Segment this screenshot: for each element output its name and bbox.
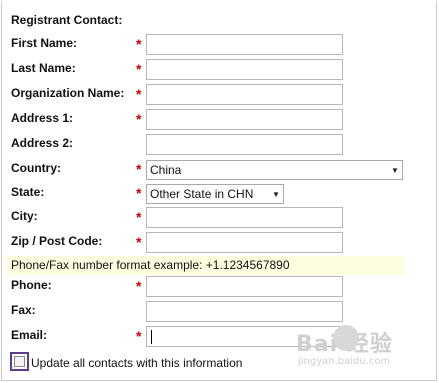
state-select[interactable]: Other State in CHN ▼ — [146, 184, 284, 204]
update-all-checkbox[interactable] — [10, 352, 29, 371]
address2-label: Address 2: — [11, 136, 74, 150]
fax-input[interactable] — [146, 301, 343, 322]
update-all-label[interactable]: Update all contacts with this informatio… — [31, 356, 242, 370]
city-required-marker: * — [136, 209, 142, 225]
email-required-marker: * — [136, 328, 142, 344]
address1-required-marker: * — [136, 111, 142, 127]
address1-label: Address 1: — [11, 111, 74, 125]
first-name-required-marker: * — [136, 36, 142, 52]
last-name-input[interactable] — [146, 59, 343, 80]
chevron-down-icon: ▼ — [272, 189, 280, 199]
state-label: State: — [11, 185, 45, 199]
section-title: Registrant Contact: — [11, 13, 123, 27]
text-cursor — [151, 330, 152, 344]
country-select[interactable]: China ▼ — [146, 160, 403, 180]
last-name-label: Last Name: — [11, 61, 76, 75]
country-selected-value: China — [150, 163, 182, 177]
state-required-marker: * — [136, 185, 142, 201]
phone-format-hint: Phone/Fax number format example: +1.1234… — [7, 256, 405, 275]
first-name-label: First Name: — [11, 36, 78, 50]
zip-label: Zip / Post Code: — [11, 234, 103, 248]
last-name-required-marker: * — [136, 61, 142, 77]
city-input[interactable] — [146, 207, 343, 228]
country-label: Country: — [11, 161, 61, 175]
organization-name-label: Organization Name: — [11, 86, 125, 100]
phone-label: Phone: — [11, 278, 52, 292]
address1-input[interactable] — [146, 109, 343, 130]
address2-input[interactable] — [146, 134, 343, 155]
fax-label: Fax: — [11, 303, 36, 317]
organization-name-required-marker: * — [136, 86, 142, 102]
country-required-marker: * — [136, 161, 142, 177]
chevron-down-icon: ▼ — [391, 165, 399, 175]
state-selected-value: Other State in CHN — [150, 187, 254, 201]
phone-input[interactable] — [146, 276, 343, 297]
zip-required-marker: * — [136, 234, 142, 250]
checkbox-box — [14, 356, 25, 367]
email-input[interactable] — [146, 326, 343, 347]
first-name-input[interactable] — [146, 34, 343, 55]
organization-name-input[interactable] — [146, 84, 343, 105]
zip-input[interactable] — [146, 232, 343, 253]
email-label: Email: — [11, 328, 48, 342]
phone-required-marker: * — [136, 278, 142, 294]
city-label: City: — [11, 209, 38, 223]
